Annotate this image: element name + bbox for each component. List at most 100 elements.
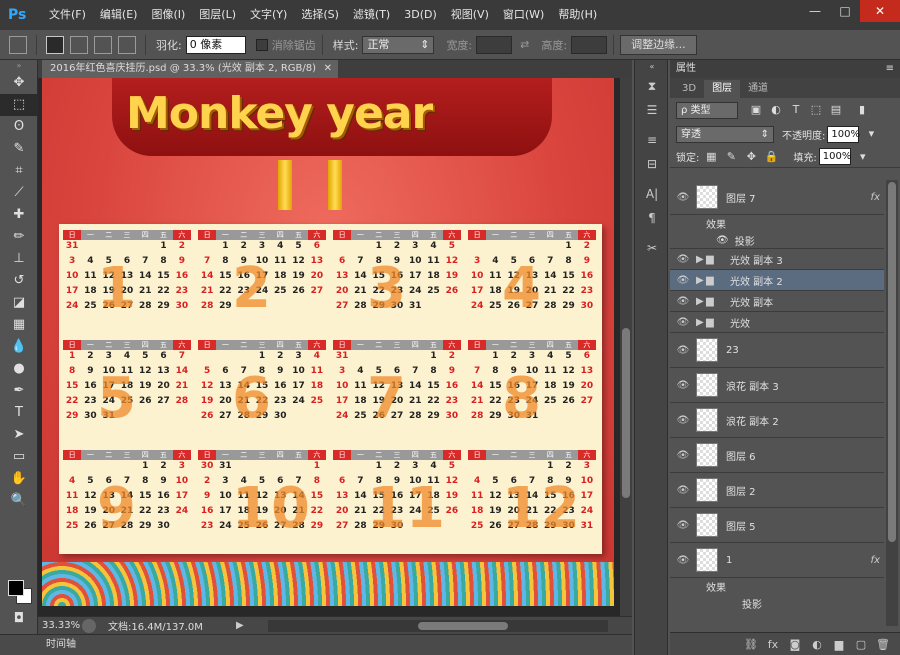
lock-transparent-icon[interactable]: ▦ <box>703 149 719 165</box>
eye-icon[interactable]: 👁 <box>670 380 696 391</box>
effects-row[interactable]: 效果 <box>670 578 884 595</box>
quick-select-tool-icon[interactable]: ✎ <box>0 138 38 160</box>
lasso-tool-icon[interactable]: ʘ <box>0 116 38 138</box>
crop-tool-icon[interactable]: ⌗ <box>0 160 38 182</box>
paragraph-panel-icon[interactable]: ¶ <box>635 206 669 230</box>
eye-icon[interactable]: 👁 <box>670 450 696 461</box>
horizontal-scroll-thumb[interactable] <box>418 622 508 630</box>
eye-icon[interactable]: 👁 <box>670 254 696 265</box>
subtract-selection-icon[interactable] <box>94 35 112 54</box>
layer-row[interactable]: 👁 图层 7 fx <box>670 180 884 215</box>
expand-arrow-icon[interactable]: ▶ <box>696 296 706 307</box>
menu-item[interactable]: 滤镜(T) <box>346 0 397 30</box>
layers-scroll-thumb[interactable] <box>888 182 896 542</box>
expand-arrow-icon[interactable]: ▶ <box>696 317 706 328</box>
layer-row[interactable]: 👁 浪花 副本 3 <box>670 368 884 403</box>
eyedropper-tool-icon[interactable]: ⟋ <box>0 182 38 204</box>
eye-icon[interactable]: 👁 <box>670 555 696 566</box>
close-button[interactable]: ✕ <box>860 0 900 22</box>
menu-item[interactable]: 文字(Y) <box>243 0 294 30</box>
minimize-button[interactable]: — <box>800 0 830 22</box>
brush-presets-panel-icon[interactable]: ⊟ <box>635 152 669 176</box>
layer-row[interactable]: 👁 图层 2 <box>670 473 884 508</box>
marquee-tool-preset-icon[interactable] <box>9 35 27 54</box>
status-menu-arrow-icon[interactable]: ▶ <box>236 620 244 631</box>
history-panel-icon[interactable]: ⧗ <box>635 74 669 98</box>
menu-item[interactable]: 图层(L) <box>192 0 243 30</box>
rectangle-tool-icon[interactable]: ▭ <box>0 446 38 468</box>
vertical-scrollbar[interactable] <box>620 78 632 616</box>
eye-icon[interactable]: 👁 <box>670 485 696 496</box>
history-brush-tool-icon[interactable]: ↺ <box>0 270 38 292</box>
fill-input[interactable]: 100% <box>818 148 851 165</box>
layer-group-row[interactable]: 👁 ▶ ▆ 光效 副本 <box>670 291 884 312</box>
path-select-tool-icon[interactable]: ➤ <box>0 424 38 446</box>
intersect-selection-icon[interactable] <box>118 35 136 54</box>
properties-panel-icon[interactable]: ☰ <box>635 98 669 122</box>
menu-item[interactable]: 文件(F) <box>42 0 93 30</box>
filter-kind-select[interactable]: ρ 类型 <box>676 101 738 119</box>
filter-adjustment-icon[interactable]: ◐ <box>768 102 784 118</box>
character-panel-icon[interactable]: A| <box>635 182 669 206</box>
add-style-icon[interactable]: fx <box>762 638 784 651</box>
layer-row[interactable]: 👁 图层 6 <box>670 438 884 473</box>
effect-shadow-row[interactable]: 👁 投影 <box>670 232 884 249</box>
zoom-level[interactable]: 33.33% <box>38 620 82 631</box>
eye-icon[interactable]: 👁 <box>670 317 696 328</box>
style-select[interactable]: 正常 ⇕ <box>362 35 435 54</box>
feather-input[interactable]: 0 像素 <box>185 35 246 54</box>
zoom-tool-icon[interactable]: 🔍 <box>0 490 38 512</box>
lock-image-icon[interactable]: ✎ <box>723 149 739 165</box>
fx-icon[interactable]: fx <box>871 555 880 566</box>
menu-item[interactable]: 3D(D) <box>397 0 444 30</box>
tab-3d[interactable]: 3D <box>674 80 704 98</box>
filter-type-icon[interactable]: T <box>788 102 804 118</box>
layer-row[interactable]: 👁 23 <box>670 333 884 368</box>
move-tool-icon[interactable]: ✥ <box>0 72 38 94</box>
eye-icon[interactable]: 👁 <box>670 296 696 307</box>
brush-tool-icon[interactable]: ✏ <box>0 226 38 248</box>
new-selection-icon[interactable] <box>46 35 64 54</box>
timeline-bar[interactable]: 时间轴 <box>0 634 632 655</box>
layer-row[interactable]: 👁 1 fx <box>670 543 884 578</box>
menu-item[interactable]: 编辑(E) <box>93 0 145 30</box>
menu-item[interactable]: 图像(I) <box>144 0 192 30</box>
maximize-button[interactable]: □ <box>830 0 860 22</box>
panel-menu-icon[interactable]: ≡ <box>886 60 894 78</box>
lock-position-icon[interactable]: ✥ <box>743 149 759 165</box>
foreground-color-swatch[interactable] <box>8 580 24 596</box>
clone-stamp-tool-icon[interactable]: ⊥ <box>0 248 38 270</box>
status-info-icon[interactable] <box>82 618 96 633</box>
quick-mask-icon[interactable]: ◘ <box>0 608 38 630</box>
effect-eye-icon[interactable]: 👁 <box>716 235 729 246</box>
antialias-checkbox[interactable]: 消除锯齿 <box>255 37 316 53</box>
layer-row[interactable]: 👁 浪花 副本 2 <box>670 403 884 438</box>
layer-group-row[interactable]: 👁 ▶ ▆ 光效 副本 2 <box>670 270 884 291</box>
gradient-tool-icon[interactable]: ▦ <box>0 314 38 336</box>
tool-presets-panel-icon[interactable]: ✂ <box>635 236 669 260</box>
eye-icon[interactable]: 👁 <box>670 192 696 203</box>
adjustments-panel-icon[interactable]: ≡ <box>635 128 669 152</box>
menu-item[interactable]: 帮助(H) <box>551 0 604 30</box>
effects-row[interactable]: 效果 <box>670 215 884 232</box>
checkbox-box[interactable] <box>255 38 268 51</box>
calendar-poster[interactable]: Monkey year 1 日一二三四五六 31 1 2 3 4 5 6 7 8 9 10 11 12 13 1… <box>42 78 614 606</box>
new-layer-icon[interactable]: ▢ <box>850 638 872 651</box>
pen-tool-icon[interactable]: ✒ <box>0 380 38 402</box>
vertical-scroll-thumb[interactable] <box>622 328 630 498</box>
width-input[interactable] <box>476 35 513 54</box>
new-group-icon[interactable]: ▆ <box>828 638 850 651</box>
toolbar-grip-icon[interactable]: » <box>0 60 38 72</box>
dodge-tool-icon[interactable]: ● <box>0 358 38 380</box>
add-selection-icon[interactable] <box>70 35 88 54</box>
link-layers-icon[interactable]: ⛓ <box>740 638 762 651</box>
layer-group-row[interactable]: 👁 ▶ ▆ 光效 副本 3 <box>670 249 884 270</box>
document-tab[interactable]: 2016年红色喜庆挂历.psd @ 33.3% (光效 副本 2, RGB/8)… <box>42 60 338 78</box>
close-tab-icon[interactable]: ✕ <box>324 60 332 78</box>
menu-item[interactable]: 选择(S) <box>294 0 346 30</box>
menu-item[interactable]: 窗口(W) <box>496 0 551 30</box>
filter-shape-icon[interactable]: ⬚ <box>808 102 824 118</box>
eye-icon[interactable]: 👁 <box>670 345 696 356</box>
fill-dropdown-icon[interactable]: ▾ <box>855 149 871 165</box>
layers-scrollbar[interactable] <box>886 180 898 626</box>
